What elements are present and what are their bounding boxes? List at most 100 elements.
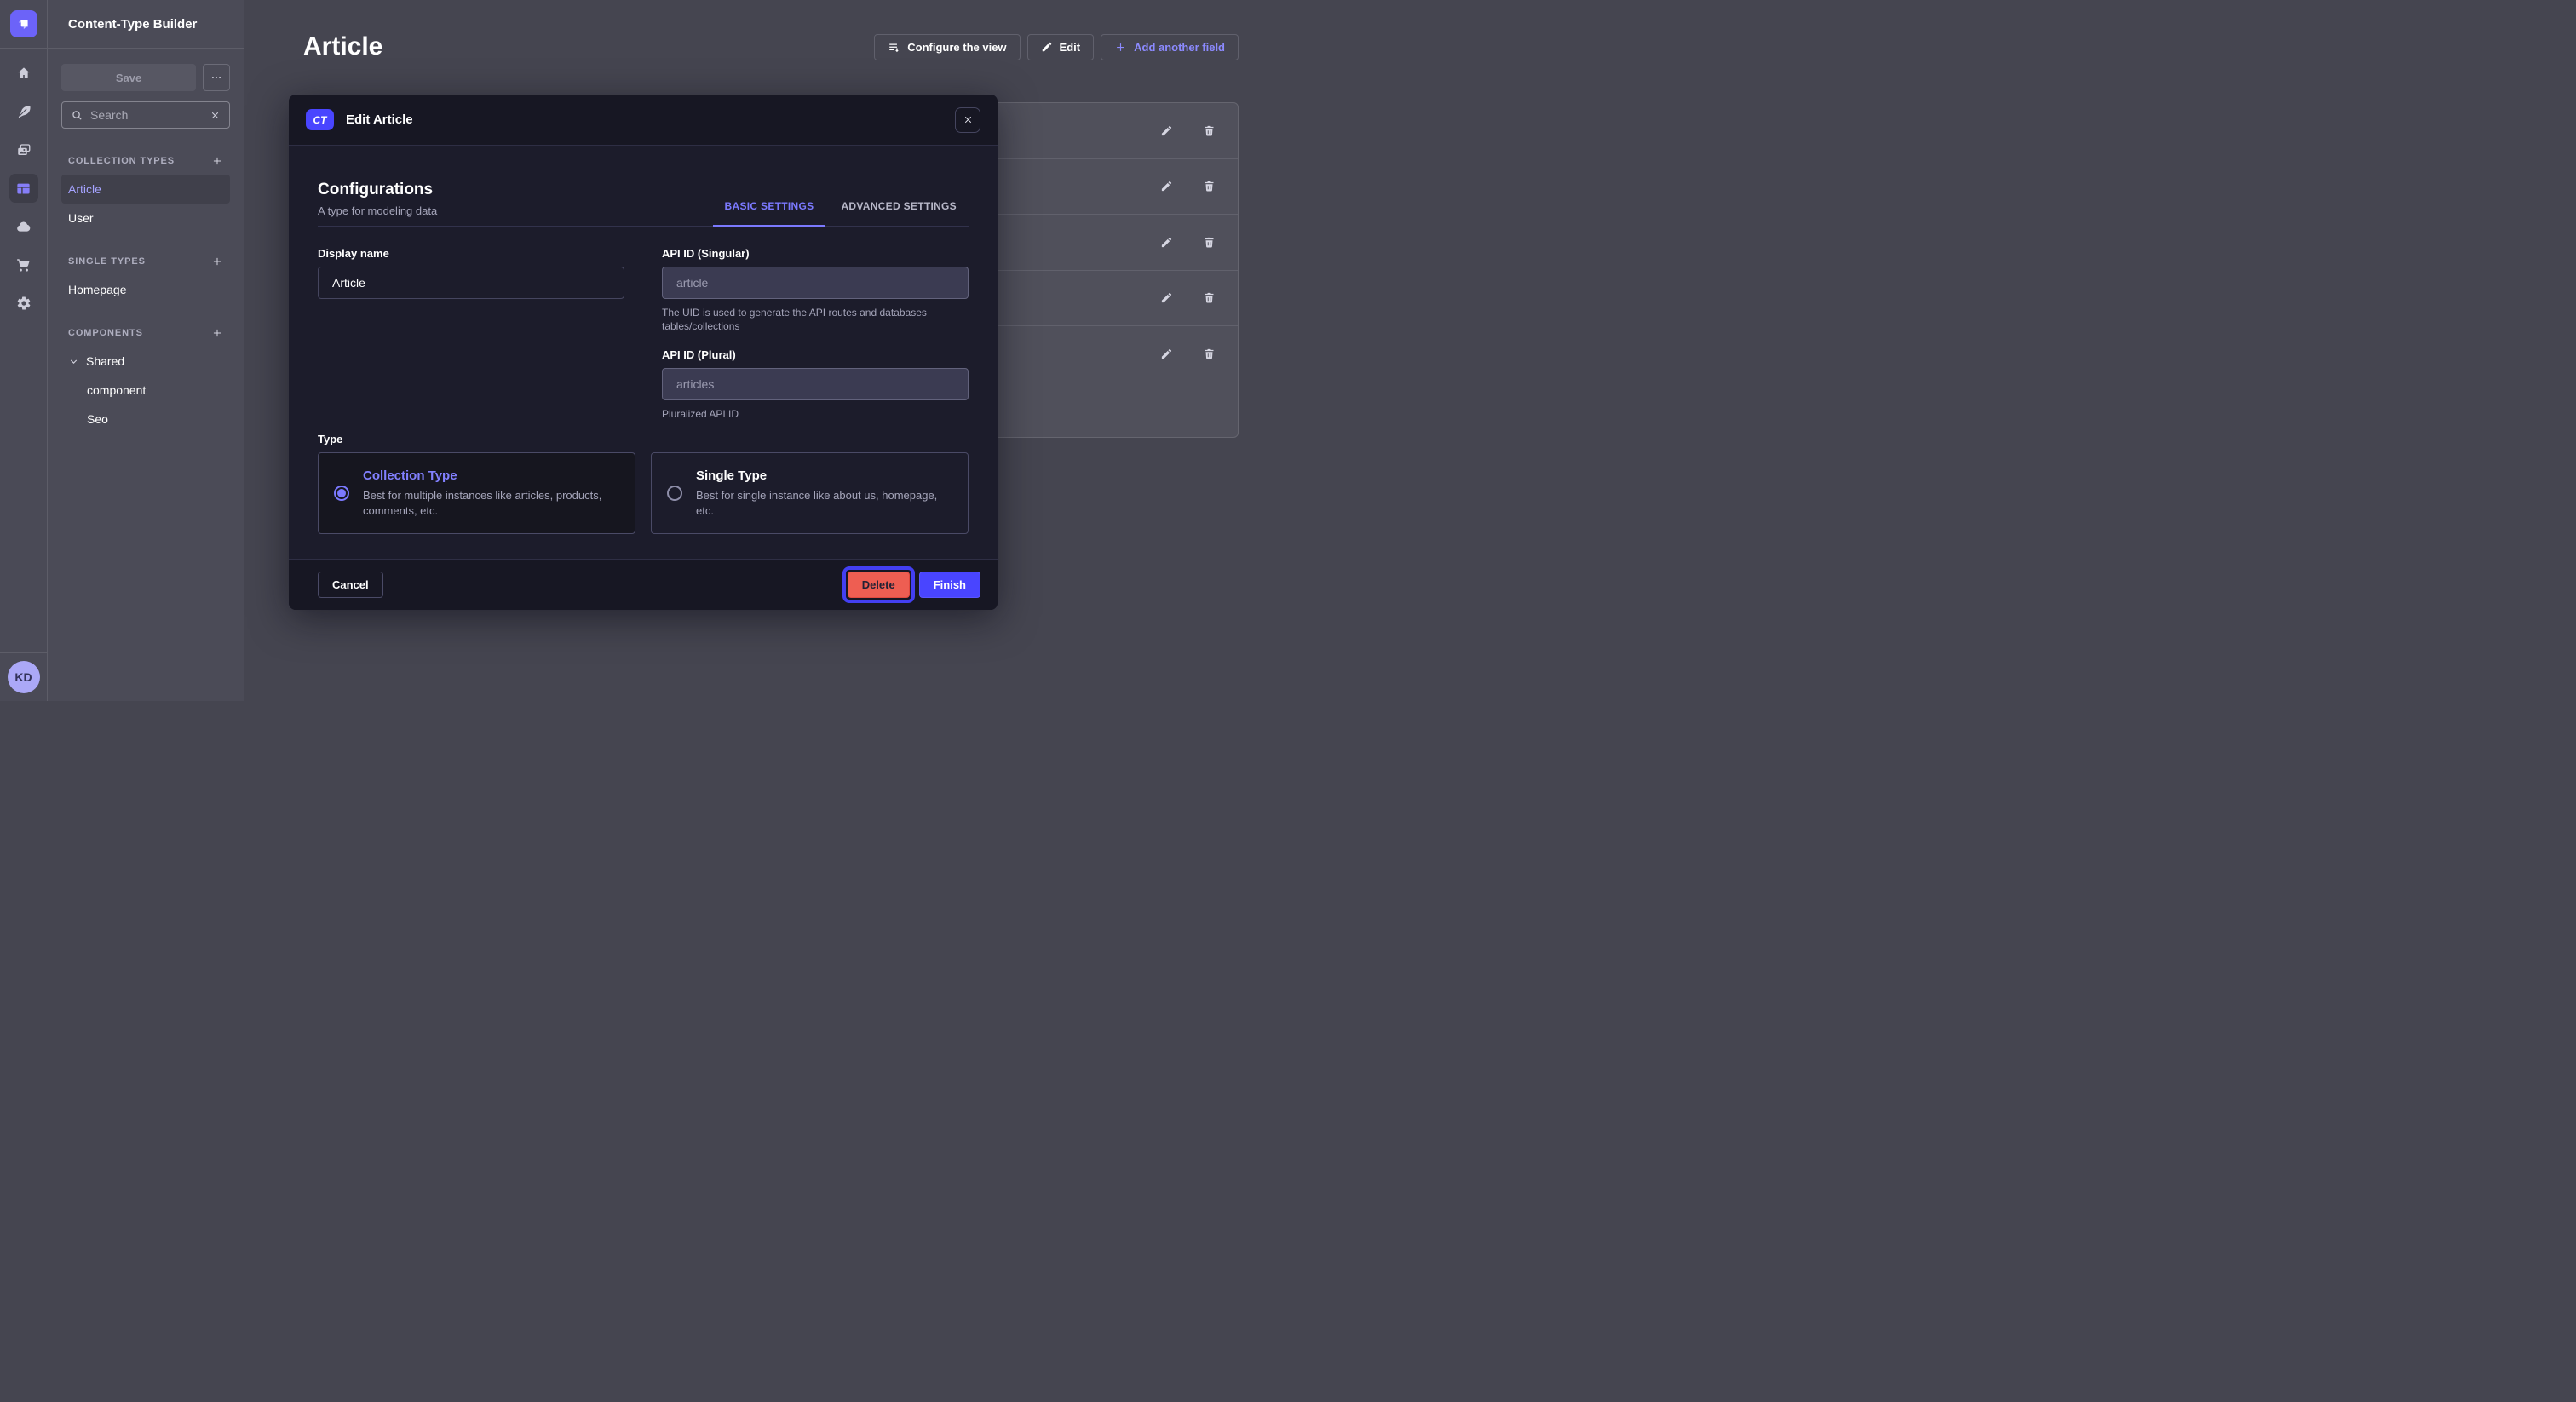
api-id-plural-input (662, 368, 969, 400)
delete-field-button[interactable] (1197, 230, 1221, 254)
config-subtitle: A type for modeling data (318, 204, 437, 226)
deploy-cloud-icon[interactable] (9, 212, 38, 241)
edit-field-button[interactable] (1154, 286, 1178, 310)
type-block: Type Collection Type Best for multiple i… (318, 433, 969, 534)
rail-nav (9, 49, 38, 318)
finish-button[interactable]: Finish (919, 572, 980, 598)
more-options-button[interactable] (203, 64, 230, 91)
list-sort-icon (888, 41, 900, 54)
add-collection-type-button[interactable] (211, 155, 223, 167)
modal-header: CT Edit Article (289, 95, 998, 146)
save-row: Save (61, 64, 230, 91)
section-head: COMPONENTS (61, 325, 230, 342)
type-cards: Collection Type Best for multiple instan… (318, 452, 969, 534)
content-type-badge: CT (306, 109, 334, 130)
chevron-down-icon (68, 356, 79, 367)
tab-basic-settings[interactable]: BASIC SETTINGS (713, 200, 826, 227)
modal-close-button[interactable] (955, 107, 980, 133)
sidebar-item-label: Shared (86, 354, 124, 368)
edit-field-button[interactable] (1154, 342, 1178, 365)
trash-icon (1203, 236, 1216, 249)
delete-field-button[interactable] (1197, 118, 1221, 142)
add-single-type-button[interactable] (211, 256, 223, 267)
plus-icon (1114, 41, 1127, 54)
sidebar-item-user[interactable]: User (61, 204, 230, 233)
delete-button[interactable]: Delete (848, 572, 910, 598)
header-actions: Configure the view Edit (874, 34, 1239, 60)
edit-label: Edit (1060, 41, 1081, 54)
nav-rail: KD (0, 0, 48, 701)
api-id-plural-helper: Pluralized API ID (662, 407, 969, 421)
strapi-logo-icon[interactable] (10, 10, 37, 37)
more-horizontal-icon (210, 72, 222, 83)
collection-type-title: Collection Type (363, 468, 607, 483)
pencil-icon (1160, 348, 1173, 360)
single-types-list: Homepage (61, 275, 230, 304)
main-header: Article Configure the view (303, 32, 1239, 61)
content-type-builder-icon[interactable] (9, 174, 38, 203)
config-form: Display name API ID (Singular) The UID i… (318, 247, 969, 421)
api-id-singular-field: API ID (Singular) The UID is used to gen… (662, 247, 969, 333)
sidebar-item-article[interactable]: Article (61, 175, 230, 204)
cancel-button[interactable]: Cancel (318, 572, 383, 598)
api-id-singular-helper: The UID is used to generate the API rout… (662, 306, 969, 333)
single-type-description: Best for single instance like about us, … (696, 488, 940, 519)
home-icon[interactable] (9, 59, 38, 88)
sidebar-item-shared[interactable]: Shared (61, 347, 230, 376)
config-heading: Configurations (318, 180, 437, 200)
clear-search-button[interactable] (210, 110, 221, 121)
sidebar-item-seo[interactable]: Seo (61, 405, 230, 434)
modal-body: Configurations A type for modeling data … (289, 146, 998, 559)
configure-view-button[interactable]: Configure the view (874, 34, 1020, 60)
sidebar-body: Save (48, 49, 244, 469)
option-text: Collection Type Best for multiple instan… (363, 468, 607, 519)
config-head: Configurations A type for modeling data … (318, 180, 969, 227)
edit-field-button[interactable] (1154, 118, 1178, 142)
settings-gear-icon[interactable] (9, 289, 38, 318)
collection-type-option[interactable]: Collection Type Best for multiple instan… (318, 452, 635, 534)
edit-field-button[interactable] (1154, 175, 1178, 198)
configure-view-label: Configure the view (907, 41, 1006, 54)
trash-icon (1203, 124, 1216, 137)
avatar[interactable]: KD (8, 661, 40, 693)
save-button[interactable]: Save (61, 64, 196, 91)
api-id-plural-label: API ID (Plural) (662, 348, 969, 361)
app-root: KD Content-Type Builder Save (0, 0, 1288, 701)
api-id-plural-field: API ID (Plural) Pluralized API ID (662, 348, 969, 421)
marketplace-cart-icon[interactable] (9, 250, 38, 279)
section-single-types: SINGLE TYPES Homepage (61, 253, 230, 304)
sidebar-item-component[interactable]: component (61, 376, 230, 405)
add-component-button[interactable] (211, 327, 223, 339)
delete-field-button[interactable] (1197, 342, 1221, 365)
display-name-label: Display name (318, 247, 624, 260)
pencil-icon (1160, 124, 1173, 137)
display-name-input[interactable] (318, 267, 624, 299)
pencil-icon (1041, 41, 1053, 53)
radio-selected-icon[interactable] (334, 486, 349, 501)
search-box[interactable] (61, 101, 230, 129)
collection-types-list: Article User (61, 175, 230, 233)
plus-icon (211, 327, 223, 339)
edit-button[interactable]: Edit (1027, 34, 1095, 60)
edit-field-button[interactable] (1154, 230, 1178, 254)
plus-icon (211, 155, 223, 167)
close-icon (210, 110, 221, 121)
trash-icon (1203, 180, 1216, 192)
media-library-icon[interactable] (9, 135, 38, 164)
delete-field-button[interactable] (1197, 286, 1221, 310)
plus-icon (211, 256, 223, 267)
content-feather-icon[interactable] (9, 97, 38, 126)
rail-footer: KD (0, 652, 47, 701)
tab-advanced-settings[interactable]: ADVANCED SETTINGS (829, 200, 969, 227)
add-another-field-button[interactable]: Add another field (1101, 34, 1239, 60)
delete-field-button[interactable] (1197, 175, 1221, 198)
sidebar-item-homepage[interactable]: Homepage (61, 275, 230, 304)
section-title: SINGLE TYPES (68, 256, 146, 267)
search-input[interactable] (90, 108, 203, 122)
modal-footer: Cancel Delete Finish (289, 559, 998, 610)
sidebar-title: Content-Type Builder (48, 0, 244, 49)
page-title: Article (303, 32, 382, 61)
search-icon (71, 109, 83, 122)
radio-unselected-icon[interactable] (667, 486, 682, 501)
single-type-option[interactable]: Single Type Best for single instance lik… (651, 452, 969, 534)
